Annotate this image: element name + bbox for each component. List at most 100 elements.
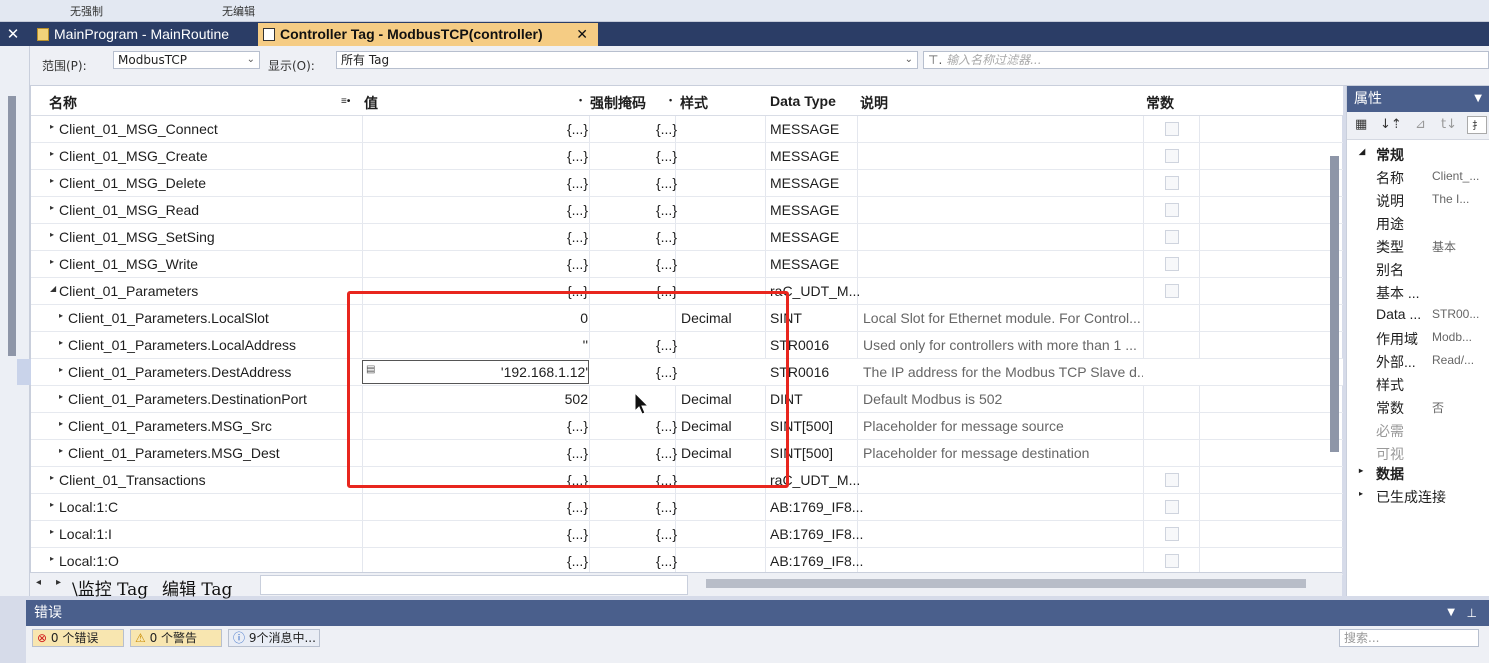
col-header-description[interactable]: 说明 bbox=[860, 93, 888, 113]
col-header-value[interactable]: 值 bbox=[364, 93, 378, 113]
constant-checkbox[interactable] bbox=[1165, 500, 1179, 514]
errors-filter-button[interactable]: ⊗ 0 个错误 bbox=[32, 629, 124, 647]
grid-horizontal-scrollbar[interactable] bbox=[706, 579, 1306, 588]
expand-arrow-icon[interactable]: ▸ bbox=[50, 527, 54, 536]
expand-arrow-icon[interactable]: ▸ bbox=[50, 500, 54, 509]
tag-row[interactable]: ▸ Client_01_MSG_Read {...} {...} MESSAGE bbox=[31, 197, 1343, 224]
constant-checkbox[interactable] bbox=[1165, 122, 1179, 136]
pages-icon[interactable]: ⊿ bbox=[1415, 117, 1426, 132]
chevron-down-icon[interactable]: ▼ bbox=[1474, 86, 1482, 112]
expand-arrow-icon[interactable]: ▸ bbox=[59, 419, 63, 428]
show-select[interactable]: 所有 Tag ⌄ bbox=[336, 51, 918, 69]
expand-arrow-icon[interactable]: ▸ bbox=[50, 554, 54, 563]
scope-select[interactable]: ModbusTCP ⌄ bbox=[113, 51, 260, 69]
property-row[interactable]: 名称 Client_... bbox=[1347, 165, 1489, 188]
tag-table-icon bbox=[263, 28, 275, 41]
property-row[interactable]: 样式 bbox=[1347, 372, 1489, 395]
tag-row[interactable]: ▸ Client_01_MSG_Write {...} {...} MESSAGE bbox=[31, 251, 1343, 278]
sort-icon[interactable]: ↓⇡ bbox=[1380, 117, 1402, 132]
col-header-style[interactable]: 样式 bbox=[680, 93, 708, 113]
constant-checkbox[interactable] bbox=[1165, 176, 1179, 190]
property-row[interactable]: 别名 bbox=[1347, 257, 1489, 280]
expand-arrow-icon[interactable]: ▸ bbox=[59, 392, 63, 401]
row-selector[interactable] bbox=[17, 359, 31, 385]
tag-row[interactable]: ▸ Local:1:C {...} {...} AB:1769_IF8... bbox=[31, 494, 1343, 521]
property-row[interactable]: 用途 bbox=[1347, 211, 1489, 234]
property-row[interactable]: 常数 否 bbox=[1347, 395, 1489, 418]
constant-checkbox[interactable] bbox=[1165, 257, 1179, 271]
constant-checkbox[interactable] bbox=[1165, 230, 1179, 244]
grid-vertical-scrollbar[interactable] bbox=[1330, 156, 1339, 452]
tab-monitor-tags[interactable]: \监控 Tag bbox=[72, 575, 148, 600]
tab-edit-tags[interactable]: 编辑 Tag bbox=[162, 575, 232, 600]
property-row[interactable]: 外部... Read/... bbox=[1347, 349, 1489, 372]
sort-alpha-icon[interactable]: t↓ bbox=[1441, 117, 1457, 132]
tag-data-type: MESSAGE bbox=[770, 148, 840, 164]
property-value: Client_... bbox=[1432, 169, 1480, 183]
property-key: 常数 bbox=[1376, 400, 1404, 416]
prop-category-connections[interactable]: ▸ 已生成连接 bbox=[1347, 484, 1489, 507]
expand-arrow-icon[interactable]: ▸ bbox=[59, 338, 63, 347]
prop-category-general[interactable]: ◢ 常规 bbox=[1347, 142, 1489, 165]
tag-row[interactable]: ▸ Client_01_MSG_Connect {...} {...} MESSAGE bbox=[31, 116, 1343, 143]
constant-checkbox[interactable] bbox=[1165, 203, 1179, 217]
expand-arrow-icon[interactable]: ▸ bbox=[59, 311, 63, 320]
search-box-icon[interactable]: 扌 bbox=[1467, 116, 1487, 134]
property-row[interactable]: 必需 bbox=[1347, 418, 1489, 441]
tag-description: Default Modbus is 502 bbox=[863, 391, 1003, 407]
col-header-data-type[interactable]: Data Type bbox=[770, 93, 836, 109]
warnings-filter-button[interactable]: ⚠ 0 个警告 bbox=[130, 629, 222, 647]
tag-data-type: AB:1769_IF8... bbox=[770, 526, 864, 542]
expand-arrow-icon[interactable]: ▸ bbox=[50, 122, 54, 131]
expand-arrow-icon[interactable]: ▸ bbox=[59, 365, 63, 374]
col-header-constant[interactable]: 常数 bbox=[1146, 93, 1174, 113]
property-row[interactable]: 基本 ... bbox=[1347, 280, 1489, 303]
tag-force-mask: {...} bbox=[655, 553, 677, 569]
property-row[interactable]: 类型 基本 bbox=[1347, 234, 1489, 257]
tab-main-routine[interactable]: MainProgram - MainRoutine bbox=[32, 23, 256, 46]
expand-arrow-icon[interactable]: ▸ bbox=[50, 257, 54, 266]
property-value: The I... bbox=[1432, 192, 1470, 206]
close-panel-icon[interactable]: ✕ bbox=[0, 22, 26, 46]
messages-filter-button[interactable]: ⓘ 9个消息中... bbox=[228, 629, 320, 647]
expand-arrow-icon[interactable]: ▸ bbox=[50, 230, 54, 239]
expand-arrow-icon[interactable]: ▸ bbox=[50, 149, 54, 158]
expand-arrow-icon[interactable]: ▸ bbox=[50, 473, 54, 482]
expand-arrow-icon[interactable]: ▸ bbox=[59, 446, 63, 455]
constant-checkbox[interactable] bbox=[1165, 473, 1179, 487]
pin-icon[interactable]: ⊥ bbox=[1467, 600, 1477, 626]
expand-arrow-icon[interactable]: ◢ bbox=[50, 284, 56, 293]
constant-checkbox[interactable] bbox=[1165, 284, 1179, 298]
error-search-input[interactable]: 搜索... bbox=[1339, 629, 1479, 647]
close-tab-icon[interactable]: ✕ bbox=[576, 23, 588, 46]
categorized-icon[interactable]: ▦ bbox=[1355, 117, 1367, 132]
scroll-right-icon[interactable]: ▸ bbox=[56, 577, 61, 588]
expand-arrow-icon[interactable]: ▸ bbox=[50, 176, 54, 185]
property-key: 样式 bbox=[1376, 377, 1404, 393]
property-row[interactable]: 作用域 Modb... bbox=[1347, 326, 1489, 349]
tag-row[interactable]: ▸ Local:1:O {...} {...} AB:1769_IF8... bbox=[31, 548, 1343, 575]
tag-row[interactable]: ▸ Client_01_MSG_Delete {...} {...} MESSAGE bbox=[31, 170, 1343, 197]
property-key: 用途 bbox=[1376, 216, 1404, 232]
tag-value: {...} bbox=[566, 526, 588, 542]
tag-row[interactable]: ▸ Client_01_MSG_Create {...} {...} MESSAGE bbox=[31, 143, 1343, 170]
tag-name: Client_01_Parameters.LocalAddress bbox=[68, 337, 297, 353]
property-row[interactable]: Data ... STR00... bbox=[1347, 303, 1489, 326]
property-row[interactable]: 说明 The I... bbox=[1347, 188, 1489, 211]
chevron-down-icon[interactable]: ▼ bbox=[1447, 600, 1455, 626]
prop-category-data[interactable]: ▸ 数据 bbox=[1347, 461, 1489, 484]
constant-checkbox[interactable] bbox=[1165, 149, 1179, 163]
left-scrollbar[interactable] bbox=[8, 96, 16, 356]
scroll-left-icon[interactable]: ◂ bbox=[36, 577, 41, 588]
column-filter-icon[interactable]: ≡• bbox=[341, 96, 350, 107]
col-header-force-mask[interactable]: 强制掩码 bbox=[590, 93, 646, 113]
name-filter-input[interactable]: ⊤. 输入名称过滤器... bbox=[923, 51, 1489, 69]
constant-checkbox[interactable] bbox=[1165, 554, 1179, 568]
col-header-name[interactable]: 名称 bbox=[49, 93, 77, 113]
tag-force-mask: {...} bbox=[655, 526, 677, 542]
tag-row[interactable]: ▸ Client_01_MSG_SetSing {...} {...} MESSAGE bbox=[31, 224, 1343, 251]
constant-checkbox[interactable] bbox=[1165, 527, 1179, 541]
tag-row[interactable]: ▸ Local:1:I {...} {...} AB:1769_IF8... bbox=[31, 521, 1343, 548]
expand-arrow-icon[interactable]: ▸ bbox=[50, 203, 54, 212]
tab-controller-tag[interactable]: Controller Tag - ModbusTCP(controller) ✕ bbox=[258, 23, 598, 46]
